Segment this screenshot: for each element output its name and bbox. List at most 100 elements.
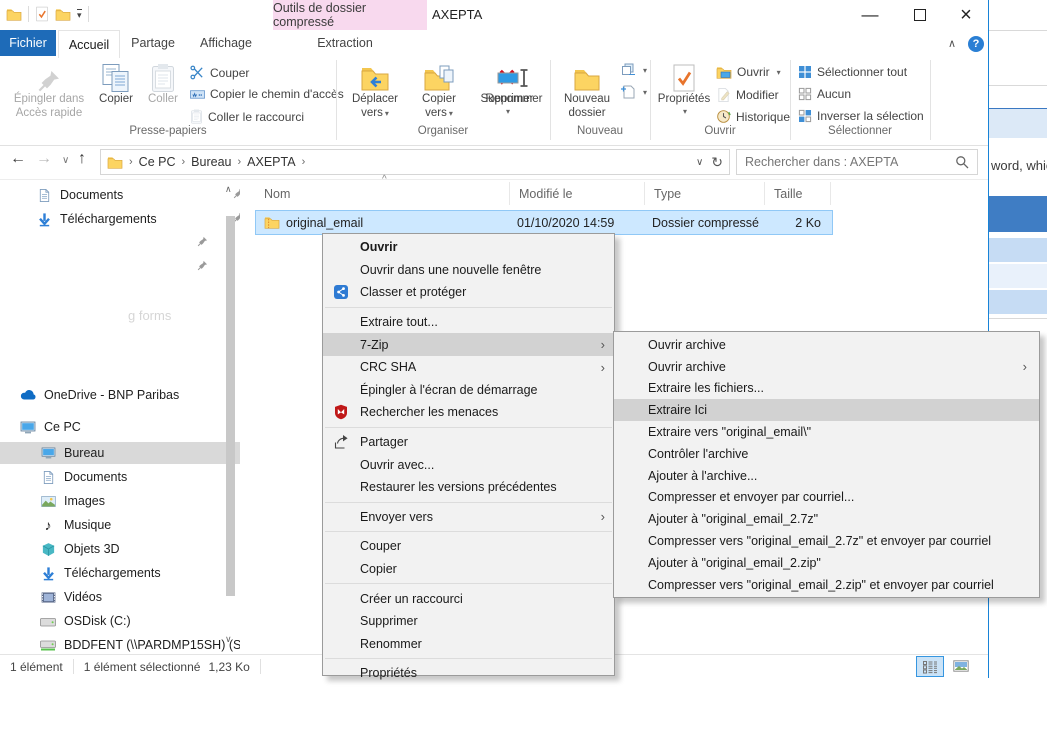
submenu-item-ajouter-zip[interactable]: Ajouter à "original_email_2.zip" <box>614 552 1039 574</box>
properties-check-icon[interactable] <box>35 6 49 22</box>
tab-partage[interactable]: Partage <box>123 30 183 56</box>
sidebar-scrollbar[interactable]: ∧ ∨ <box>224 182 237 650</box>
forward-icon[interactable]: → <box>36 150 52 168</box>
sidebar-item-images[interactable]: Images <box>0 490 262 512</box>
copy-to-button[interactable]: Copier vers▾ <box>410 59 468 120</box>
file-row-selected[interactable]: original_email 01/10/2020 14:59 Dossier … <box>255 210 833 235</box>
sidebar-item-objets-3d[interactable]: Objets 3D <box>0 538 262 560</box>
column-header-modifie[interactable]: Modifié le <box>510 182 645 205</box>
submenu-item-compresser-7z-envoyer[interactable]: Compresser vers "original_email_2.7z" et… <box>614 530 1039 552</box>
submenu-item-extraire-fichiers[interactable]: Extraire les fichiers... <box>614 378 1039 400</box>
sidebar-item-documents[interactable]: Documents <box>0 466 262 488</box>
scroll-up-icon[interactable]: ∧ <box>225 184 232 195</box>
recent-locations-icon[interactable]: ∨ <box>62 155 69 166</box>
menu-item-crc-sha[interactable]: CRC SHA › <box>323 356 614 379</box>
sidebar-item-telechargements[interactable]: Téléchargements <box>0 562 262 584</box>
menu-item-7zip[interactable]: 7-Zip › <box>323 333 614 356</box>
menu-item-proprietes[interactable]: Propriétés <box>323 662 614 685</box>
easy-access-button[interactable]: ▾ <box>620 63 647 77</box>
submenu-item-compresser-zip-envoyer[interactable]: Compresser vers "original_email_2.zip" e… <box>614 574 1039 596</box>
tab-extraction[interactable]: Extraction <box>305 30 385 56</box>
menu-item-restaurer-versions[interactable]: Restaurer les versions précédentes <box>323 476 614 499</box>
menu-item-partager[interactable]: Partager <box>323 431 614 454</box>
sidebar-item-ce-pc[interactable]: Ce PC <box>0 416 242 438</box>
sidebar-item-musique[interactable]: ♪ Musique <box>0 514 262 536</box>
select-none-button[interactable]: Aucun <box>798 87 851 101</box>
address-dropdown-icon[interactable]: ∨ <box>696 157 703 168</box>
sidebar-item-documents-quick[interactable]: Documents <box>0 184 258 206</box>
menu-item-couper[interactable]: Couper <box>323 535 614 558</box>
address-bar[interactable]: › Ce PC › Bureau › AXEPTA › ∨ ↻ <box>100 149 730 175</box>
customize-qat-dropdown-icon[interactable]: ▾ <box>77 9 82 19</box>
column-header-type[interactable]: Type <box>645 182 765 205</box>
sidebar-item-bureau[interactable]: Bureau <box>0 442 262 464</box>
open-button[interactable]: Ouvrir ▾ <box>716 65 781 79</box>
refresh-icon[interactable]: ↻ <box>711 154 723 171</box>
thumbnail-view-button[interactable] <box>948 656 974 675</box>
menu-item-supprimer[interactable]: Supprimer <box>323 610 614 633</box>
sidebar-item-onedrive[interactable]: OneDrive - BNP Paribas <box>0 384 242 406</box>
breadcrumb-ce-pc[interactable]: Ce PC <box>135 155 180 169</box>
folder-icon[interactable] <box>6 8 22 21</box>
edit-button[interactable]: Modifier <box>716 87 779 102</box>
submenu-item-compresser-envoyer[interactable]: Compresser et envoyer par courriel... <box>614 487 1039 509</box>
sidebar-item-ghost[interactable] <box>0 232 222 254</box>
scrollbar-thumb[interactable] <box>226 216 235 596</box>
sidebar-item-bddfent[interactable]: BDDFENT (\\PARDMP15SH) (S:) <box>0 634 262 656</box>
submenu-item-ajouter-archive[interactable]: Ajouter à l'archive... <box>614 465 1039 487</box>
scroll-down-icon[interactable]: ∨ <box>225 634 232 645</box>
pin-quick-access-button[interactable]: Épingler dans Accès rapide <box>8 59 90 120</box>
paste-button[interactable]: Coller <box>142 59 184 107</box>
sidebar-item-ghost[interactable] <box>0 256 222 278</box>
tab-accueil[interactable]: Accueil <box>58 30 120 58</box>
paste-shortcut-button[interactable]: Coller le raccourci <box>190 109 304 124</box>
collapse-ribbon-icon[interactable]: ∧ <box>948 37 956 50</box>
search-icon[interactable] <box>955 155 969 169</box>
invert-selection-button[interactable]: Inverser la sélection <box>798 109 924 123</box>
copy-path-button[interactable]: Copier le chemin d'accès <box>190 87 344 101</box>
menu-item-ouvrir[interactable]: Ouvrir <box>323 236 614 259</box>
menu-item-renommer[interactable]: Renommer <box>323 633 614 656</box>
submenu-item-extraire-vers[interactable]: Extraire vers "original_email\" <box>614 421 1039 443</box>
folder-icon[interactable] <box>55 8 71 21</box>
menu-item-creer-raccourci[interactable]: Créer un raccourci <box>323 587 614 610</box>
cut-button[interactable]: Couper <box>190 65 249 80</box>
back-icon[interactable]: ← <box>10 150 26 168</box>
search-input[interactable] <box>737 155 955 169</box>
sidebar-item-osdisk[interactable]: OSDisk (C:) <box>0 610 262 632</box>
properties-button[interactable]: Propriétés ▾ <box>656 59 712 116</box>
new-item-button[interactable]: ▾ <box>620 85 647 99</box>
minimize-button[interactable]: — <box>848 0 892 30</box>
new-folder-button[interactable]: Nouveau dossier <box>556 59 618 120</box>
menu-item-classer-proteger[interactable]: Classer et protéger <box>323 281 614 304</box>
help-icon[interactable]: ? <box>968 36 984 52</box>
search-box[interactable] <box>736 149 978 175</box>
select-all-button[interactable]: Sélectionner tout <box>798 65 907 79</box>
breadcrumb-bureau[interactable]: Bureau <box>187 155 235 169</box>
column-header-taille[interactable]: Taille <box>765 182 831 205</box>
submenu-item-ouvrir-archive-avec[interactable]: Ouvrir archive › <box>614 356 1039 378</box>
tab-fichier[interactable]: Fichier <box>0 30 56 56</box>
up-icon[interactable]: ↑ <box>78 150 86 168</box>
menu-item-ouvrir-nouvelle-fenetre[interactable]: Ouvrir dans une nouvelle fenêtre <box>323 259 614 282</box>
menu-item-envoyer-vers[interactable]: Envoyer vers › <box>323 506 614 529</box>
column-header-nom[interactable]: Nom <box>255 182 510 205</box>
menu-item-copier[interactable]: Copier <box>323 558 614 581</box>
submenu-item-ouvrir-archive[interactable]: Ouvrir archive <box>614 334 1039 356</box>
submenu-item-controler-archive[interactable]: Contrôler l'archive <box>614 443 1039 465</box>
sidebar-item-downloads-quick[interactable]: Téléchargements <box>0 208 258 230</box>
breadcrumb-axepta[interactable]: AXEPTA <box>243 155 299 169</box>
close-button[interactable]: × <box>944 0 988 30</box>
menu-item-epingler-demarrage[interactable]: Épingler à l'écran de démarrage <box>323 379 614 402</box>
move-to-button[interactable]: Déplacer vers▾ <box>342 59 408 120</box>
menu-item-ouvrir-avec[interactable]: Ouvrir avec... <box>323 453 614 476</box>
sidebar-item-videos[interactable]: Vidéos <box>0 586 262 608</box>
menu-item-extraire-tout[interactable]: Extraire tout... <box>323 311 614 334</box>
copy-button[interactable]: Copier <box>92 59 140 107</box>
submenu-item-ajouter-7z[interactable]: Ajouter à "original_email_2.7z" <box>614 508 1039 530</box>
details-view-button[interactable] <box>916 656 944 677</box>
maximize-button[interactable] <box>898 0 942 30</box>
submenu-item-extraire-ici[interactable]: Extraire Ici <box>614 399 1039 421</box>
tab-affichage[interactable]: Affichage <box>190 30 262 56</box>
menu-item-rechercher-menaces[interactable]: Rechercher les menaces <box>323 401 614 424</box>
